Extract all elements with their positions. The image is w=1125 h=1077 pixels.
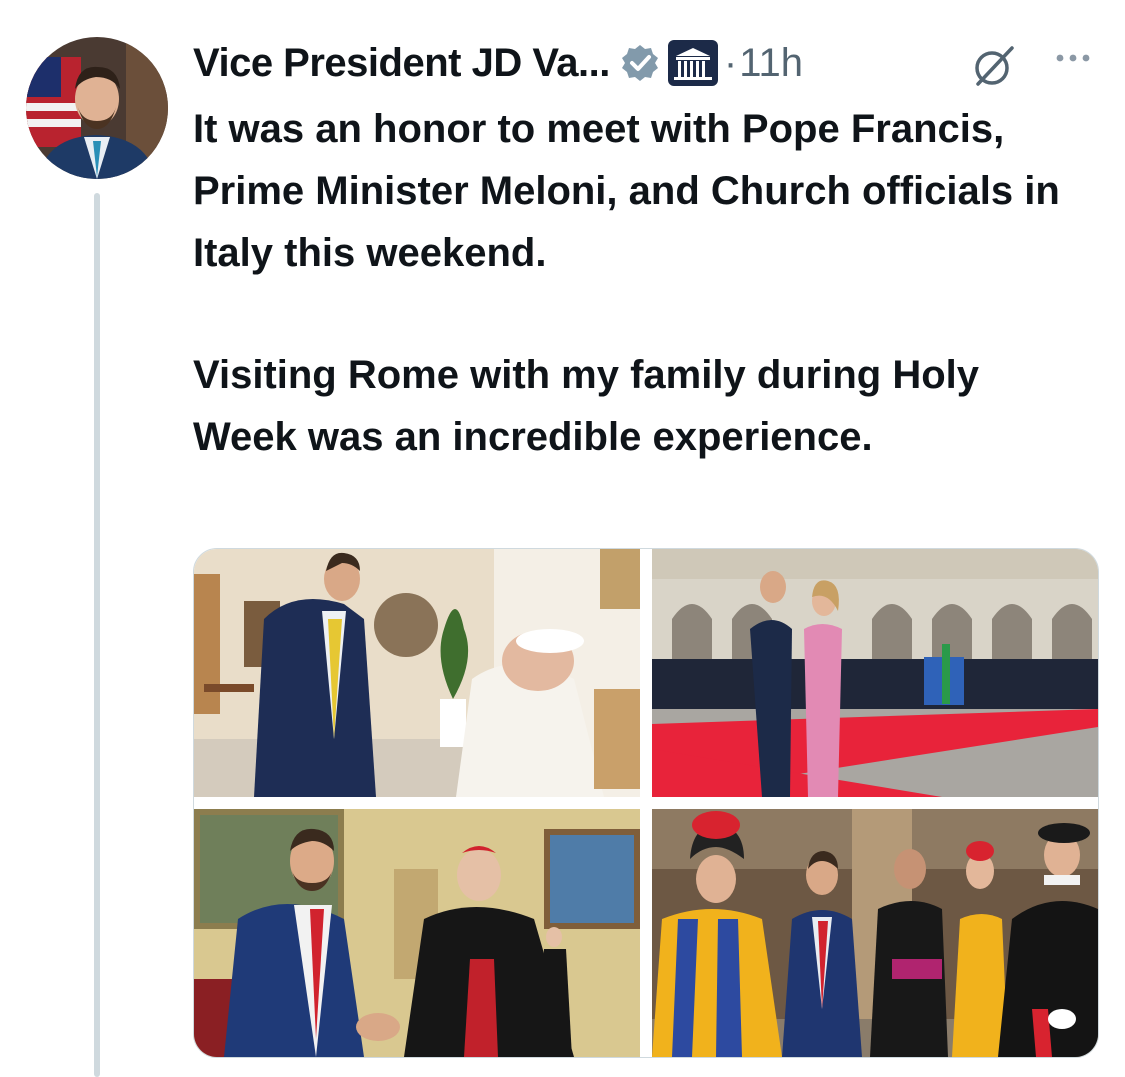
author-name[interactable]: Vice President JD Va... <box>193 41 610 86</box>
tweet-text: It was an honor to meet with Pope Franci… <box>193 98 1093 468</box>
media-photo-2[interactable] <box>652 549 1098 797</box>
photo-cardinal-meeting-icon <box>194 809 640 1057</box>
tweet-paragraph-2: Visiting Rome with my family during Holy… <box>193 353 980 459</box>
separator-dot: · <box>723 40 738 85</box>
media-grid <box>193 548 1099 1058</box>
tweet-paragraph-1: It was an honor to meet with Pope Franci… <box>193 107 1060 275</box>
grok-icon[interactable] <box>970 42 1018 90</box>
media-photo-1[interactable] <box>194 549 640 797</box>
media-photo-3[interactable] <box>194 809 640 1057</box>
media-photo-4[interactable] <box>652 809 1098 1057</box>
verified-badge-icon[interactable] <box>620 43 660 83</box>
timestamp[interactable]: 11h <box>739 41 803 86</box>
avatar[interactable] <box>26 37 168 179</box>
photo-pope-meeting-icon <box>194 549 640 797</box>
thread-line <box>94 193 100 1077</box>
avatar-icon <box>26 37 168 179</box>
more-icon[interactable] <box>1048 40 1098 76</box>
white-house-badge-icon[interactable] <box>667 40 718 86</box>
photo-swiss-guard-icon <box>652 809 1098 1057</box>
photo-meloni-meeting-icon <box>652 549 1098 797</box>
